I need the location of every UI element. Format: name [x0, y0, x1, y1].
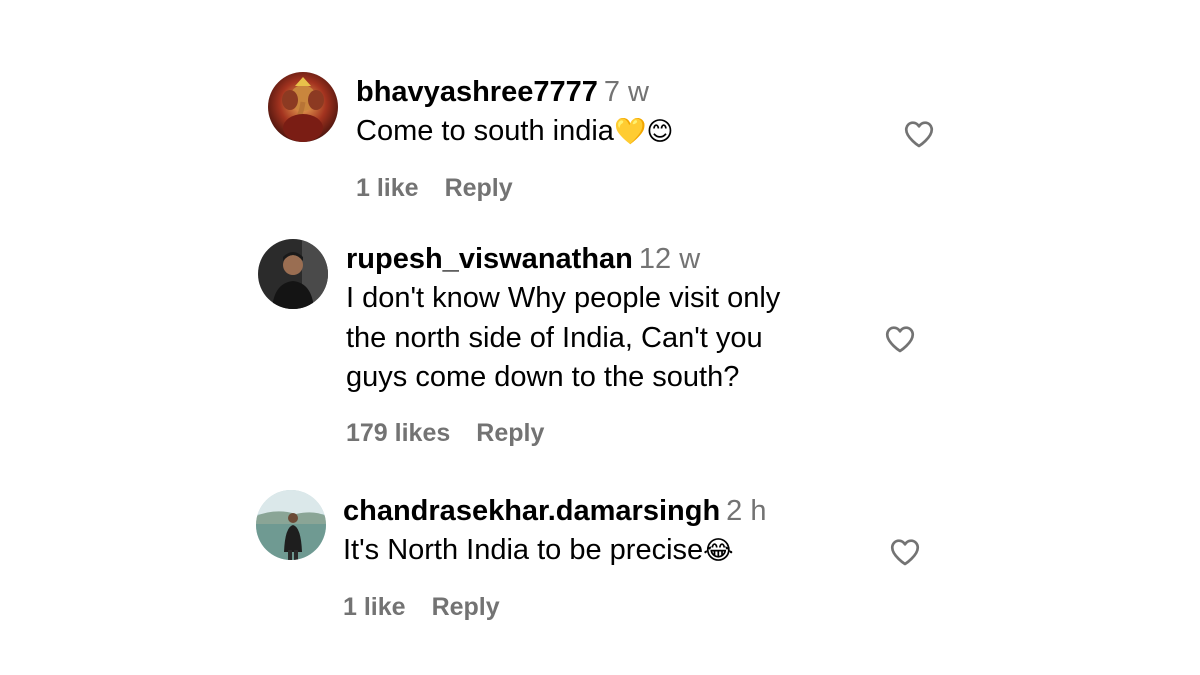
comment-actions: 179 likes Reply — [346, 418, 544, 448]
reply-button[interactable]: Reply — [432, 593, 500, 621]
comment-line: Come to south india — [356, 115, 614, 147]
likes-count[interactable]: 179 likes — [346, 419, 450, 447]
likes-count[interactable]: 1 like — [343, 593, 406, 621]
username[interactable]: bhavyashree7777 — [356, 76, 598, 108]
heart-outline-icon[interactable] — [883, 322, 917, 356]
likes-count[interactable]: 1 like — [356, 174, 419, 202]
reply-button[interactable]: Reply — [476, 419, 544, 447]
username[interactable]: rupesh_viswanathan — [346, 243, 633, 275]
comment-header: bhavyashree7777 7 w — [356, 75, 649, 109]
heart-outline-icon[interactable] — [888, 535, 922, 569]
lake-person-avatar-icon — [256, 490, 326, 560]
comment-actions: 1 like Reply — [356, 173, 513, 203]
comment-text: Come to south india💛😊 — [356, 112, 673, 153]
avatar[interactable] — [268, 72, 338, 142]
avatar[interactable] — [256, 490, 326, 560]
comment-actions: 1 like Reply — [343, 592, 500, 622]
comment-line: the north side of India, Can't you — [346, 321, 763, 354]
comment-line: It's North India to be precise — [343, 534, 704, 566]
tears-of-joy-emoji: 😂 — [703, 536, 734, 566]
comment-text: I don't know Why people visit only the n… — [346, 279, 780, 398]
comment-text: It's North India to be precise😂 — [343, 531, 734, 572]
person-avatar-icon — [258, 239, 328, 309]
yellow-heart-emoji: 💛 — [613, 117, 647, 147]
username[interactable]: chandrasekhar.damarsingh — [343, 495, 720, 527]
comment-line: guys come down to the south? — [346, 361, 740, 393]
comment-timestamp[interactable]: 12 w — [639, 243, 700, 275]
comment-timestamp[interactable]: 7 w — [604, 76, 649, 108]
comment-header: chandrasekhar.damarsingh 2 h — [343, 494, 766, 528]
heart-outline-icon[interactable] — [902, 117, 936, 151]
avatar[interactable] — [258, 239, 328, 309]
smiling-face-emoji: 😊 — [646, 117, 674, 147]
comment-line: I don't know Why people visit only — [346, 282, 781, 314]
ganesha-avatar-icon — [268, 72, 338, 142]
comment-header: rupesh_viswanathan 12 w — [346, 242, 700, 276]
comment-timestamp[interactable]: 2 h — [726, 495, 766, 527]
reply-button[interactable]: Reply — [445, 174, 513, 202]
